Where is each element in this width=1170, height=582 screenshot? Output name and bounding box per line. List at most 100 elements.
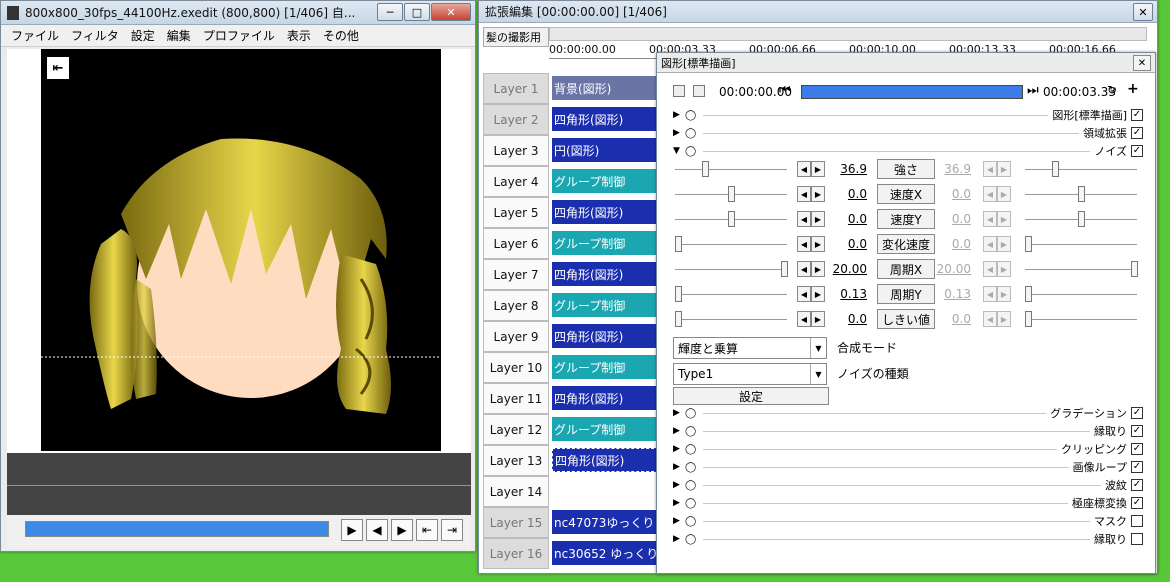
- decrement-icon[interactable]: ◀: [983, 286, 997, 302]
- param-value-end[interactable]: 36.9: [931, 162, 971, 176]
- param-label-button[interactable]: しきい値: [877, 309, 935, 329]
- decrement-icon[interactable]: ◀: [983, 261, 997, 277]
- layer-header[interactable]: Layer 2: [483, 104, 549, 135]
- timeline-clip[interactable]: グループ制御: [549, 352, 659, 383]
- timeline-clip[interactable]: グループ制御: [549, 228, 659, 259]
- step-back-icon[interactable]: ◀: [366, 519, 388, 541]
- increment-icon[interactable]: ▶: [811, 286, 825, 302]
- filter-checkbox[interactable]: [1131, 533, 1143, 545]
- filter-row[interactable]: ▶ ◯ 極座標変換 ✓: [673, 495, 1143, 511]
- filter-checkbox[interactable]: ✓: [1131, 425, 1143, 437]
- filter-checkbox[interactable]: ✓: [1131, 127, 1143, 139]
- triangle-right-icon[interactable]: ▶: [673, 480, 685, 490]
- triangle-right-icon[interactable]: ▶: [673, 128, 685, 138]
- param-track-end[interactable]: [1025, 169, 1137, 170]
- triangle-right-icon[interactable]: ▶: [673, 462, 685, 472]
- decrement-icon[interactable]: ◀: [983, 161, 997, 177]
- param-value-start[interactable]: 20.00: [827, 262, 867, 276]
- layer-header[interactable]: Layer 11: [483, 383, 549, 414]
- param-value-start[interactable]: 0.0: [827, 187, 867, 201]
- jump-end-icon[interactable]: ⇥: [441, 519, 463, 541]
- param-slider-end[interactable]: [1025, 236, 1032, 252]
- param-slider-end[interactable]: [1025, 286, 1032, 302]
- param-label-button[interactable]: 強さ: [877, 159, 935, 179]
- layer-header[interactable]: Layer 14: [483, 476, 549, 507]
- add-icon[interactable]: +: [1127, 81, 1139, 97]
- filter-checkbox[interactable]: ✓: [1131, 145, 1143, 157]
- filter-checkbox[interactable]: ✓: [1131, 461, 1143, 473]
- layer-header[interactable]: Layer 5: [483, 197, 549, 228]
- param-slider-start[interactable]: [728, 186, 735, 202]
- triangle-down-icon[interactable]: ▼: [673, 146, 685, 156]
- timeline-clip[interactable]: 四角形(図形): [549, 321, 659, 352]
- increment-icon[interactable]: ▶: [997, 261, 1011, 277]
- triangle-right-icon[interactable]: ▶: [673, 110, 685, 120]
- step-forward-icon[interactable]: ▶: [391, 519, 413, 541]
- increment-icon[interactable]: ▶: [997, 161, 1011, 177]
- param-slider-start[interactable]: [675, 311, 682, 327]
- param-slider-start[interactable]: [675, 236, 682, 252]
- layer-header[interactable]: Layer 6: [483, 228, 549, 259]
- increment-icon[interactable]: ▶: [997, 186, 1011, 202]
- param-track-start[interactable]: [675, 269, 787, 270]
- layer-header[interactable]: Layer 3: [483, 135, 549, 166]
- filter-row[interactable]: ▶ ◯ 図形[標準描画] ✓: [673, 107, 1143, 123]
- timeline-title-bar[interactable]: 拡張編集 [00:00:00.00] [1/406]: [479, 1, 1157, 23]
- param-label-button[interactable]: 周期X: [877, 259, 935, 279]
- timeline-clip[interactable]: 背景(図形): [549, 73, 659, 104]
- param-label-button[interactable]: 速度X: [877, 184, 935, 204]
- menu-settings[interactable]: 設定: [131, 27, 155, 44]
- image-icon[interactable]: [693, 85, 705, 97]
- param-slider-end[interactable]: [1025, 311, 1032, 327]
- filter-checkbox[interactable]: ✓: [1131, 497, 1143, 509]
- timeline-clip[interactable]: 四角形(図形): [549, 197, 659, 228]
- increment-icon[interactable]: ▶: [997, 236, 1011, 252]
- layer-header[interactable]: Layer 9: [483, 321, 549, 352]
- settings-button[interactable]: 設定: [673, 387, 829, 405]
- param-value-start[interactable]: 0.13: [827, 287, 867, 301]
- filter-row[interactable]: ▶ ◯ クリッピング ✓: [673, 441, 1143, 457]
- param-slider-end[interactable]: [1078, 211, 1085, 227]
- filter-row[interactable]: ▶ ◯ グラデーション ✓: [673, 405, 1143, 421]
- timeline-clip[interactable]: 四角形(図形): [549, 445, 659, 476]
- param-value-end[interactable]: 0.0: [931, 312, 971, 326]
- layer-header[interactable]: Layer 15: [483, 507, 549, 538]
- filter-row[interactable]: ▶ ◯ 縁取り: [673, 531, 1143, 547]
- param-label-button[interactable]: 周期Y: [877, 284, 935, 304]
- scene-label[interactable]: 髪の撮影用: [483, 27, 549, 47]
- param-track-start[interactable]: [675, 319, 787, 320]
- triangle-right-icon[interactable]: ▶: [673, 426, 685, 436]
- decrement-icon[interactable]: ◀: [797, 286, 811, 302]
- increment-icon[interactable]: ▶: [811, 211, 825, 227]
- menu-edit[interactable]: 編集: [167, 27, 191, 44]
- increment-icon[interactable]: ▶: [811, 311, 825, 327]
- decrement-icon[interactable]: ◀: [797, 236, 811, 252]
- increment-icon[interactable]: ▶: [997, 286, 1011, 302]
- timeline-clip[interactable]: nc47073ゆっくり: [549, 507, 659, 538]
- timeline-scrollbar[interactable]: [549, 27, 1147, 41]
- minimize-button[interactable]: ─: [377, 3, 403, 21]
- param-label-button[interactable]: 変化速度: [877, 234, 935, 254]
- param-slider-start[interactable]: [701, 161, 709, 177]
- param-track-start[interactable]: [675, 244, 787, 245]
- param-track-end[interactable]: [1025, 244, 1137, 245]
- decrement-icon[interactable]: ◀: [797, 161, 811, 177]
- loop-icon[interactable]: ↻: [1107, 83, 1117, 97]
- param-value-start[interactable]: 0.0: [827, 237, 867, 251]
- increment-icon[interactable]: ▶: [811, 161, 825, 177]
- filter-row[interactable]: ▶ ◯ マスク: [673, 513, 1143, 529]
- decrement-icon[interactable]: ◀: [983, 211, 997, 227]
- layer-header[interactable]: Layer 13: [483, 445, 549, 476]
- increment-icon[interactable]: ▶: [811, 236, 825, 252]
- triangle-right-icon[interactable]: ▶: [673, 498, 685, 508]
- layer-header[interactable]: Layer 8: [483, 290, 549, 321]
- param-slider-end[interactable]: [1078, 186, 1085, 202]
- decrement-icon[interactable]: ◀: [797, 186, 811, 202]
- props-seek-bar[interactable]: [801, 85, 1023, 99]
- layer-header[interactable]: Layer 4: [483, 166, 549, 197]
- filter-row[interactable]: ▶ ◯ 領域拡張 ✓: [673, 125, 1143, 141]
- filter-row[interactable]: ▼ ◯ ノイズ ✓: [673, 143, 1143, 159]
- layer-header[interactable]: Layer 1: [483, 73, 549, 104]
- timeline-close-button[interactable]: ✕: [1133, 3, 1153, 21]
- filter-row[interactable]: ▶ ◯ 縁取り ✓: [673, 423, 1143, 439]
